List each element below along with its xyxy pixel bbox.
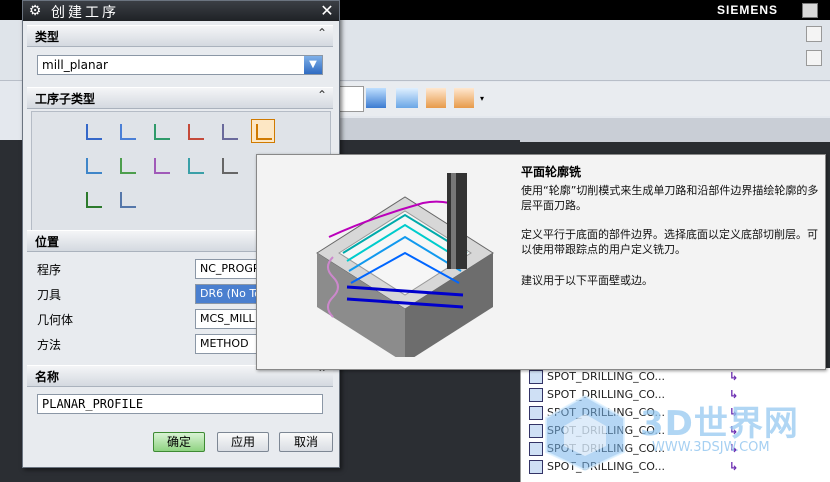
hole-milling-icon[interactable] — [217, 153, 241, 177]
glyph-shape — [188, 158, 204, 174]
tooltip-desc-3: 建议用于以下平面壁或边。 — [521, 274, 653, 287]
glyph-shape — [86, 192, 102, 208]
apply-button[interactable]: 应用 — [217, 432, 269, 452]
tooltip-desc-2: 定义平行于底面的部件边界。选择底面以定义底部切削层。可以使用带跟踪点的用户定义铣… — [521, 228, 818, 256]
list-item-label: SPOT_DRILLING_CO... — [547, 370, 665, 383]
type-section-header[interactable]: 类型 ⌃ — [27, 25, 333, 47]
glyph-shape — [222, 124, 238, 140]
watermark-text: 3D世界网 — [640, 404, 799, 444]
glyph-shape — [154, 124, 170, 140]
operation-tooltip: 平面轮廓铣 使用“轮廓”切削模式来生成单刀路和沿部件边界描绘轮廓的多层平面刀路。… — [256, 154, 826, 370]
path-arrow-icon: ↳ — [729, 460, 739, 473]
list-item[interactable]: SPOT_DRILLING_CO... ↳ — [529, 370, 738, 388]
section-label: 名称 — [35, 370, 60, 384]
create-tool-icon[interactable] — [454, 88, 474, 108]
create-method-icon[interactable] — [396, 88, 418, 108]
glyph-shape — [222, 158, 238, 174]
create-geometry-icon[interactable] — [366, 88, 386, 108]
watermark-url: WWW.3DSJW.COM — [652, 440, 770, 455]
dialog-title: 创建工序 — [51, 5, 119, 21]
close-icon[interactable]: ✕ — [319, 2, 335, 19]
brand-logo: SIEMENS — [716, 3, 778, 17]
planar-mill-icon[interactable] — [217, 119, 241, 143]
tooltip-desc-1: 使用“轮廓”切削模式来生成单刀路和沿部件边界描绘轮廓的多层平面刀路。 — [521, 184, 819, 212]
planar-text-icon[interactable] — [81, 187, 105, 211]
planar-profile-illustration-icon — [316, 173, 494, 357]
finish-floor-icon[interactable] — [149, 153, 173, 177]
section-label: 工序子类型 — [35, 92, 96, 106]
create-operation-icon[interactable] — [338, 86, 364, 112]
window-control[interactable] — [806, 50, 822, 66]
watermark-logo-icon — [545, 394, 625, 472]
floor-wall-ipw-icon[interactable] — [115, 119, 139, 143]
gear-icon[interactable]: ⚙ — [27, 3, 43, 19]
program-label: 程序 — [37, 263, 62, 277]
chevron-down-icon[interactable]: ▼ — [304, 56, 322, 74]
section-label: 类型 — [35, 30, 60, 44]
geometry-label: 几何体 — [37, 313, 74, 327]
minimize-button[interactable] — [802, 3, 818, 18]
ok-button[interactable]: 确定 — [153, 432, 205, 452]
glyph-shape — [256, 124, 272, 140]
cleanup-corners-icon[interactable] — [81, 153, 105, 177]
cancel-button[interactable]: 取消 — [279, 432, 333, 452]
glyph-shape — [120, 158, 136, 174]
glyph-shape — [86, 124, 102, 140]
name-input[interactable]: PLANAR_PROFILE — [37, 394, 323, 414]
toolbar-separator — [330, 118, 830, 142]
glyph-shape — [154, 158, 170, 174]
subtype-section-header[interactable]: 工序子类型 ⌃ — [27, 87, 333, 109]
glyph-shape — [86, 158, 102, 174]
floor-wall-icon[interactable] — [81, 119, 105, 143]
chevron-up-icon[interactable]: ⌃ — [317, 88, 327, 102]
path-arrow-icon: ↳ — [729, 370, 739, 383]
window-control[interactable] — [806, 26, 822, 42]
glyph-shape — [120, 124, 136, 140]
chevron-up-icon[interactable]: ⌃ — [317, 26, 327, 40]
create-program-icon[interactable] — [426, 88, 446, 108]
planar-profile-icon[interactable] — [251, 119, 275, 143]
glyph-shape — [188, 124, 204, 140]
mill-control-icon[interactable] — [115, 187, 139, 211]
insert-toolbar: ▾ — [330, 82, 830, 116]
groove-milling-icon[interactable] — [183, 153, 207, 177]
operation-icon — [529, 370, 543, 384]
glyph-shape — [120, 192, 136, 208]
more-dropdown-icon[interactable]: ▾ — [480, 94, 484, 103]
tooltip-title: 平面轮廓铣 — [521, 165, 582, 179]
tool-label: 刀具 — [37, 288, 62, 302]
section-label: 位置 — [35, 235, 60, 249]
face-milling-icon[interactable] — [149, 119, 173, 143]
finish-walls-icon[interactable] — [115, 153, 139, 177]
method-label: 方法 — [37, 338, 62, 352]
type-select-value: mill_planar — [42, 58, 108, 72]
type-select[interactable]: mill_planar ▼ — [37, 55, 323, 75]
dialog-title-bar: ⚙ 创建工序 ✕ — [23, 1, 339, 21]
face-milling-area-icon[interactable] — [183, 119, 207, 143]
